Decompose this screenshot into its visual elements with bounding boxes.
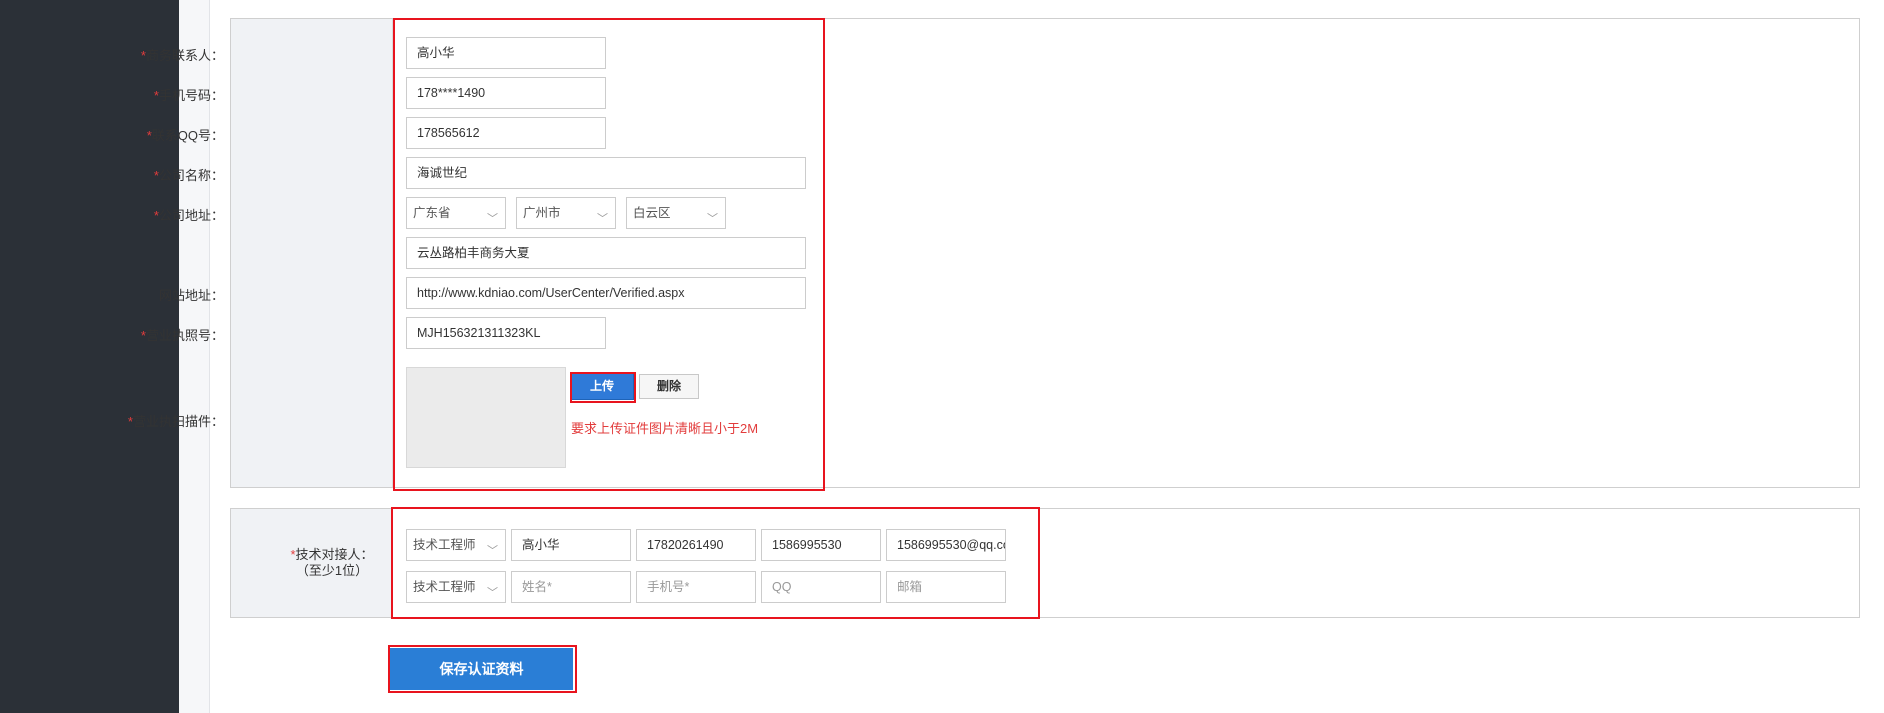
district-select[interactable]: 白云区 ﹀	[626, 197, 726, 229]
label-column	[231, 19, 393, 487]
website-input[interactable]: http://www.kdniao.com/UserCenter/Verifie…	[406, 277, 806, 309]
tech-email-input[interactable]: 1586995530@qq.com	[886, 529, 1006, 561]
license-no-label: *营业执照号：	[140, 328, 224, 343]
left-sidebar	[0, 0, 179, 713]
tech-name-input[interactable]: 高小华	[511, 529, 631, 561]
company-address-label: *公司地址：	[153, 208, 224, 223]
tech-qq-input[interactable]: QQ	[761, 571, 881, 603]
tech-role-select[interactable]: 技术工程师 ﹀	[406, 529, 506, 561]
qq-input[interactable]: 178565612	[406, 117, 606, 149]
province-select[interactable]: 广东省 ﹀	[406, 197, 506, 229]
upload-hint: 要求上传证件图片清晰且小于2M	[571, 421, 759, 436]
website-label: 网站地址：	[158, 288, 224, 303]
mobile-label: *手机号码：	[153, 88, 224, 103]
district-value: 白云区	[633, 206, 671, 220]
license-image-preview	[406, 367, 566, 468]
tech-role-select[interactable]: 技术工程师 ﹀	[406, 571, 506, 603]
chevron-down-icon: ﹀	[487, 545, 498, 557]
mobile-input[interactable]: 178****1490	[406, 77, 606, 109]
city-value: 广州市	[523, 206, 561, 220]
contact-name-input[interactable]: 高小华	[406, 37, 606, 69]
company-name-label: *公司名称：	[153, 168, 224, 183]
chevron-down-icon: ﹀	[707, 213, 718, 225]
qq-label: *联系QQ号：	[146, 128, 224, 143]
license-no-input[interactable]: MJH156321311323KL	[406, 317, 606, 349]
tech-phone-input[interactable]: 手机号*	[636, 571, 756, 603]
license-scan-label: *营业执扫描件：	[127, 414, 224, 429]
tech-qq-input[interactable]: 1586995530	[761, 529, 881, 561]
chevron-down-icon: ﹀	[487, 213, 498, 225]
upload-button[interactable]: 上传	[570, 373, 634, 400]
save-button[interactable]: 保存认证资料	[390, 648, 573, 690]
tech-email-input[interactable]: 邮箱	[886, 571, 1006, 603]
tech-role-value: 技术工程师	[413, 580, 476, 594]
tech-name-input[interactable]: 姓名*	[511, 571, 631, 603]
tech-contact-label: *技术对接人： （至少1位）	[290, 547, 374, 578]
province-value: 广东省	[413, 206, 451, 220]
tech-role-value: 技术工程师	[413, 538, 476, 552]
tech-phone-input[interactable]: 17820261490	[636, 529, 756, 561]
city-select[interactable]: 广州市 ﹀	[516, 197, 616, 229]
chevron-down-icon: ﹀	[597, 213, 608, 225]
contact-name-label: *商务联系人：	[140, 48, 224, 63]
street-address-input[interactable]: 云丛路柏丰商务大夏	[406, 237, 806, 269]
company-name-input[interactable]: 海诚世纪	[406, 157, 806, 189]
delete-button[interactable]: 删除	[639, 374, 699, 399]
chevron-down-icon: ﹀	[487, 587, 498, 599]
